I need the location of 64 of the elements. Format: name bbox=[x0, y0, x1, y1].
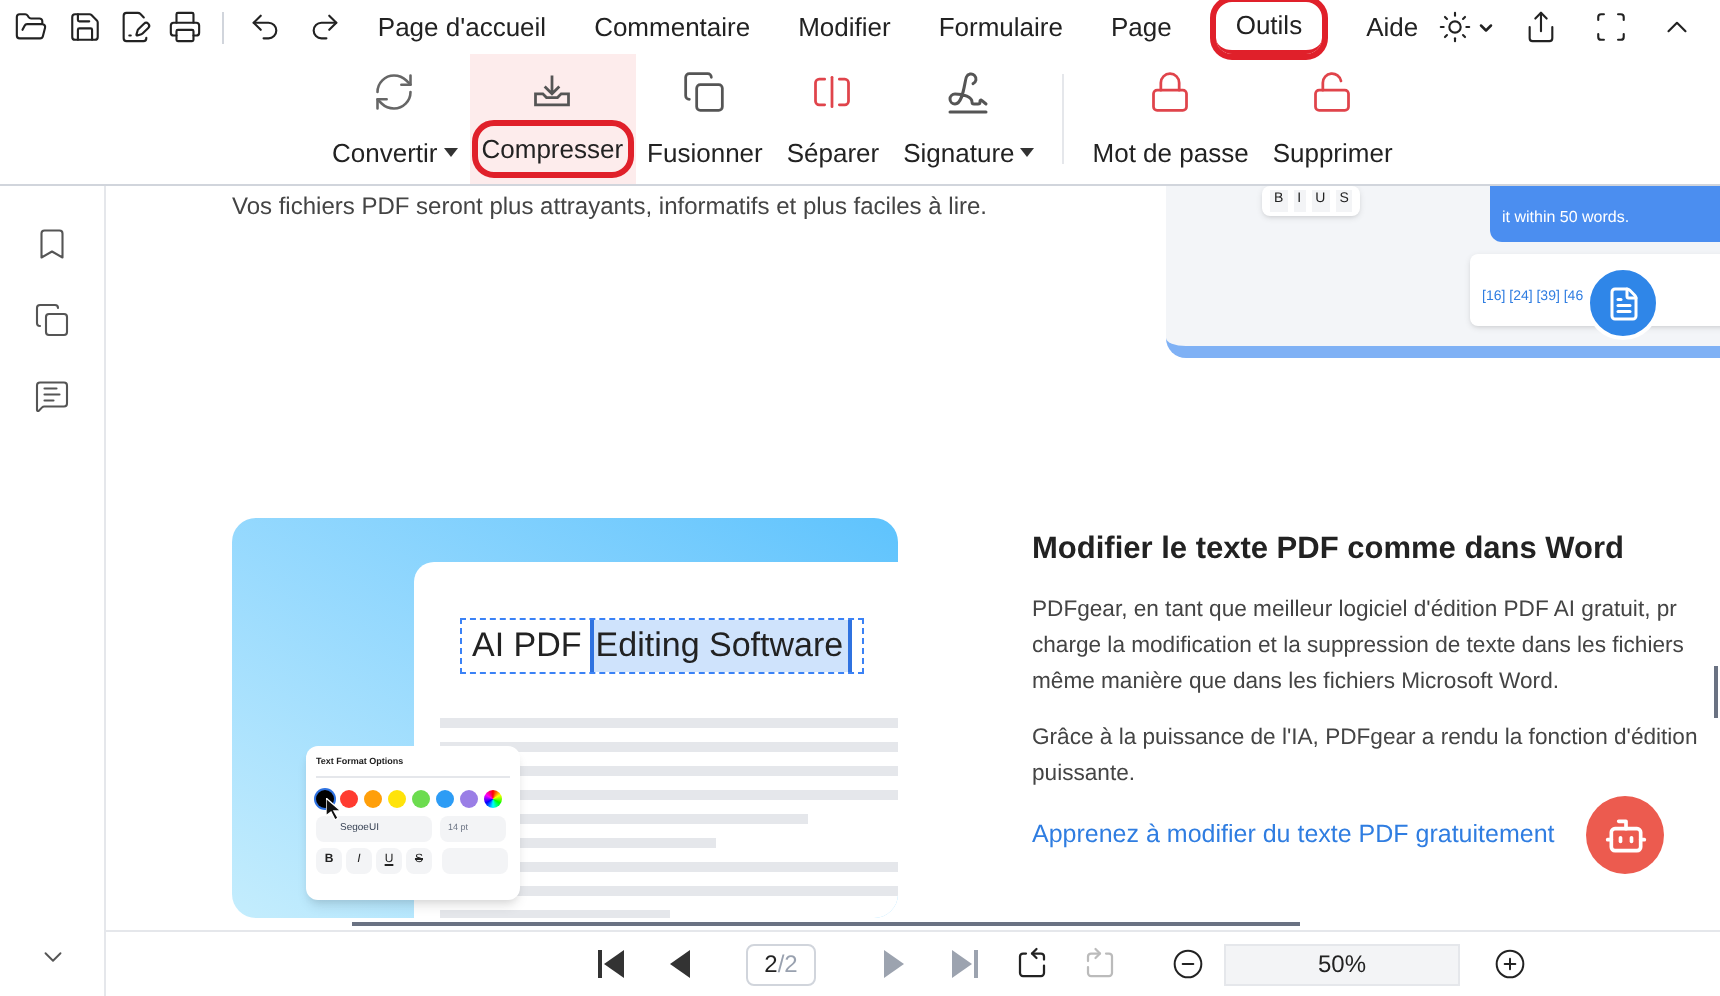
horizontal-scrollbar[interactable] bbox=[352, 922, 1300, 926]
ribbon-tool-button[interactable]: Convertir bbox=[320, 54, 470, 184]
menu-tab[interactable]: Page d'accueil bbox=[357, 1, 567, 53]
ribbon-tool-button[interactable]: Fusionner bbox=[635, 54, 775, 184]
save-icon[interactable] bbox=[67, 10, 102, 44]
print-icon[interactable] bbox=[167, 10, 202, 44]
zoom-out-icon[interactable] bbox=[1172, 948, 1204, 980]
merge-tool-icon bbox=[682, 70, 727, 114]
color-swatch[interactable] bbox=[484, 789, 502, 808]
ribbon-tool-button[interactable]: Compresser bbox=[469, 54, 636, 184]
page-number-field[interactable]: 2/2 bbox=[746, 943, 816, 985]
password-tool-icon bbox=[1148, 70, 1193, 114]
tool-label: Fusionner bbox=[645, 135, 765, 171]
tool-label: Convertir bbox=[328, 133, 462, 172]
color-swatch[interactable] bbox=[364, 789, 382, 808]
assistant-button[interactable] bbox=[1586, 796, 1664, 874]
redo-icon[interactable] bbox=[307, 10, 342, 44]
brightness-icon[interactable] bbox=[1438, 10, 1473, 44]
ribbon-tool-button[interactable]: Supprimer bbox=[1260, 54, 1405, 184]
color-swatch[interactable] bbox=[436, 789, 454, 808]
color-swatch[interactable] bbox=[340, 789, 358, 808]
pages-icon[interactable] bbox=[34, 302, 70, 338]
tool-label: Supprimer bbox=[1270, 135, 1395, 172]
color-swatch[interactable] bbox=[412, 789, 430, 808]
convert-tool-icon bbox=[372, 70, 417, 114]
body-text: Vos fichiers PDF seront plus attrayants, informatifs et plus faciles à lire. bbox=[232, 190, 987, 224]
menu-tab[interactable]: Commentaire bbox=[574, 1, 771, 53]
ribbon-tool-button[interactable]: Signature bbox=[891, 54, 1047, 184]
fullscreen-icon[interactable] bbox=[1594, 10, 1629, 44]
vertical-scrollbar[interactable] bbox=[1714, 666, 1718, 718]
unlock-tool-icon bbox=[1310, 70, 1355, 114]
zoom-in-icon[interactable] bbox=[1494, 948, 1526, 980]
zoom-field[interactable]: 50% bbox=[1224, 943, 1460, 985]
tool-label: Compresser bbox=[477, 125, 628, 172]
rotate-left-icon[interactable] bbox=[1014, 946, 1050, 982]
menu-tab[interactable]: Modifier bbox=[778, 1, 911, 53]
comment-icon[interactable] bbox=[34, 378, 70, 414]
color-swatch[interactable] bbox=[460, 789, 478, 808]
edit-file-icon[interactable] bbox=[117, 10, 152, 44]
split-tool-icon bbox=[810, 70, 855, 114]
menu-tab[interactable]: Page bbox=[1090, 1, 1192, 53]
open-folder-icon[interactable] bbox=[14, 10, 48, 44]
menu-tab[interactable]: Aide bbox=[1346, 1, 1439, 53]
current-page: 2 bbox=[764, 948, 778, 982]
bookmark-icon[interactable] bbox=[34, 226, 70, 262]
undo-icon[interactable] bbox=[247, 10, 282, 44]
learn-more-link[interactable]: Apprenez à modifier du texte PDF gratuitement bbox=[1032, 816, 1698, 854]
tool-label: Séparer bbox=[784, 135, 882, 172]
share-icon[interactable] bbox=[1524, 10, 1559, 44]
headline-text: AI PDF bbox=[472, 624, 582, 669]
body-paragraph: PDFgear, en tant que meilleur logiciel d'édition PDF AI gratuit, pr charge la modification et la suppression de texte dans les fichiers même manière que dans les fichiers Microsoft Word. bbox=[1032, 596, 1684, 699]
body-paragraph: Grâce à la puissance de l'IA, PDFgear a rendu la fonction d'édition puissante. bbox=[1032, 724, 1698, 791]
bubble-text: it within 50 words. bbox=[1502, 210, 1632, 226]
ribbon-tool-button[interactable]: Séparer bbox=[774, 54, 892, 184]
cursor-icon bbox=[326, 798, 344, 820]
tool-label: Mot de passe bbox=[1090, 135, 1251, 172]
selected-headline-text: Editing Software bbox=[589, 620, 852, 672]
sign-tool-icon bbox=[944, 70, 993, 118]
section-heading: Modifier le texte PDF comme dans Word bbox=[1032, 530, 1626, 570]
menu-tab[interactable]: Formulaire bbox=[918, 1, 1083, 53]
page-total: /2 bbox=[777, 948, 798, 982]
color-swatch[interactable] bbox=[388, 789, 406, 808]
ribbon-tool-button[interactable]: Mot de passe bbox=[1080, 54, 1261, 184]
tool-label: Signature bbox=[899, 133, 1039, 172]
